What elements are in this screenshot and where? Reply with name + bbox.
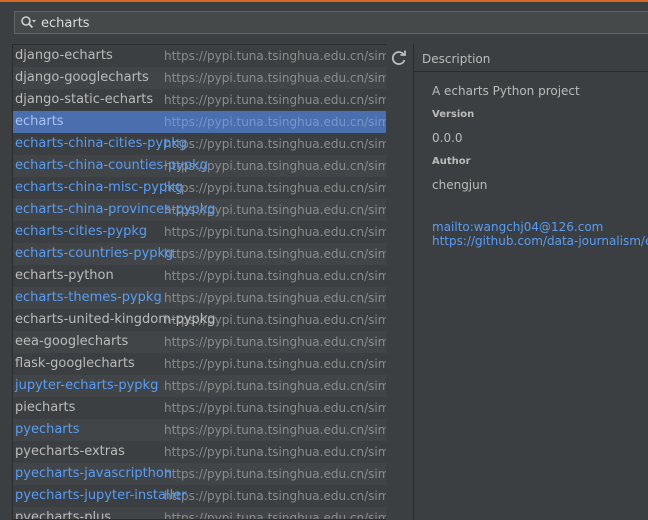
description-title: Description [422, 52, 491, 66]
author-label: Author [432, 156, 471, 167]
description-header: Description [414, 44, 648, 72]
package-name: django-googlecharts [15, 70, 149, 85]
package-row[interactable]: https://pypi.tuna.tsinghua.edu.cn/simple… [13, 375, 386, 397]
package-repository: https://pypi.tuna.tsinghua.edu.cn/simple… [164, 115, 386, 129]
package-row[interactable]: https://pypi.tuna.tsinghua.edu.cn/simple… [13, 199, 386, 221]
package-row[interactable]: https://pypi.tuna.tsinghua.edu.cn/simple… [13, 177, 386, 199]
version-value: 0.0.0 [432, 131, 463, 145]
package-name: pyecharts-javascripthon [15, 466, 173, 481]
author-value: chengjun [432, 178, 488, 192]
package-row[interactable]: https://pypi.tuna.tsinghua.edu.cn/simple… [13, 397, 386, 419]
search-input[interactable] [41, 14, 641, 32]
package-repository: https://pypi.tuna.tsinghua.edu.cn/simple… [164, 511, 386, 520]
package-name: echarts-countries-pypkg [15, 246, 174, 261]
version-label: Version [432, 109, 475, 120]
package-name: echarts-cities-pypkg [15, 224, 148, 239]
package-repository: https://pypi.tuna.tsinghua.edu.cn/simple… [164, 247, 386, 261]
package-name: pyecharts [15, 422, 80, 437]
package-name: echarts-themes-pypkg [15, 290, 162, 305]
homepage-link[interactable]: https://github.com/data-journalism/echar… [432, 234, 648, 248]
package-row[interactable]: https://pypi.tuna.tsinghua.edu.cn/simple… [13, 45, 386, 67]
package-name: pyecharts-jupyter-installer [15, 488, 187, 503]
package-repository: https://pypi.tuna.tsinghua.edu.cn/simple… [164, 71, 386, 85]
package-row[interactable]: https://pypi.tuna.tsinghua.edu.cn/simple… [13, 309, 386, 331]
package-name: django-static-echarts [15, 92, 154, 107]
package-repository: https://pypi.tuna.tsinghua.edu.cn/simple… [164, 467, 386, 481]
refresh-button[interactable] [388, 47, 410, 69]
package-name: jupyter-echarts-pypkg [15, 378, 159, 393]
package-row[interactable]: https://pypi.tuna.tsinghua.edu.cn/simple… [13, 287, 386, 309]
package-repository: https://pypi.tuna.tsinghua.edu.cn/simple… [164, 181, 386, 195]
author-email-link[interactable]: mailto:wangchj04@126.com [432, 220, 603, 234]
package-name: pyecharts-plus [15, 510, 112, 520]
package-name: echarts-china-provinces-pypkg [15, 202, 216, 217]
package-summary: A echarts Python project [432, 84, 580, 98]
package-name: pyecharts-extras [15, 444, 125, 459]
package-row[interactable]: https://pypi.tuna.tsinghua.edu.cn/simple… [13, 419, 386, 441]
package-row[interactable]: https://pypi.tuna.tsinghua.edu.cn/simple… [13, 89, 386, 111]
package-repository: https://pypi.tuna.tsinghua.edu.cn/simple… [164, 291, 386, 305]
package-row[interactable]: https://pypi.tuna.tsinghua.edu.cn/simple… [13, 441, 386, 463]
search-icon[interactable] [20, 15, 36, 31]
description-panel: A echarts Python project Version 0.0.0 A… [414, 72, 648, 520]
package-row[interactable]: https://pypi.tuna.tsinghua.edu.cn/simple… [13, 485, 386, 507]
package-name: echarts-china-cities-pypkg [15, 136, 188, 151]
package-repository: https://pypi.tuna.tsinghua.edu.cn/simple… [164, 225, 386, 239]
package-name: echarts [15, 114, 64, 129]
refresh-icon [388, 50, 410, 72]
package-repository: https://pypi.tuna.tsinghua.edu.cn/simple… [164, 357, 386, 371]
package-row[interactable]: https://pypi.tuna.tsinghua.edu.cn/simple… [13, 133, 386, 155]
package-row[interactable]: https://pypi.tuna.tsinghua.edu.cn/simple… [13, 463, 386, 485]
package-name: piecharts [15, 400, 76, 415]
window-accent-line [0, 0, 648, 2]
package-repository: https://pypi.tuna.tsinghua.edu.cn/simple… [164, 93, 386, 107]
package-repository: https://pypi.tuna.tsinghua.edu.cn/simple… [164, 423, 386, 437]
package-row[interactable]: https://pypi.tuna.tsinghua.edu.cn/simple… [13, 331, 386, 353]
package-row[interactable]: https://pypi.tuna.tsinghua.edu.cn/simple… [13, 353, 386, 375]
package-repository: https://pypi.tuna.tsinghua.edu.cn/simple… [164, 269, 386, 283]
package-name: echarts-python [15, 268, 114, 283]
search-bar[interactable] [14, 11, 648, 34]
package-row[interactable]: https://pypi.tuna.tsinghua.edu.cn/simple… [13, 111, 386, 133]
package-name: django-echarts [15, 48, 113, 63]
package-row[interactable]: https://pypi.tuna.tsinghua.edu.cn/simple… [13, 67, 386, 89]
package-repository: https://pypi.tuna.tsinghua.edu.cn/simple… [164, 379, 386, 393]
package-row[interactable]: https://pypi.tuna.tsinghua.edu.cn/simple… [13, 265, 386, 287]
package-name: flask-googlecharts [15, 356, 135, 371]
package-repository: https://pypi.tuna.tsinghua.edu.cn/simple… [164, 489, 386, 503]
package-row[interactable]: https://pypi.tuna.tsinghua.edu.cn/simple… [13, 221, 386, 243]
package-row[interactable]: https://pypi.tuna.tsinghua.edu.cn/simple… [13, 155, 386, 177]
package-repository: https://pypi.tuna.tsinghua.edu.cn/simple… [164, 137, 386, 151]
package-name: echarts-china-counties-pypkg [15, 158, 208, 173]
package-name: eea-googlecharts [15, 334, 129, 349]
package-repository: https://pypi.tuna.tsinghua.edu.cn/simple… [164, 401, 386, 415]
package-list[interactable]: https://pypi.tuna.tsinghua.edu.cn/simple… [12, 44, 386, 520]
package-name: echarts-united-kingdom-pypkg [15, 312, 216, 327]
package-row[interactable]: https://pypi.tuna.tsinghua.edu.cn/simple… [13, 243, 386, 265]
package-repository: https://pypi.tuna.tsinghua.edu.cn/simple… [164, 445, 386, 459]
package-row[interactable]: https://pypi.tuna.tsinghua.edu.cn/simple… [13, 507, 386, 520]
package-name: echarts-china-misc-pypkg [15, 180, 184, 195]
package-repository: https://pypi.tuna.tsinghua.edu.cn/simple… [164, 49, 386, 63]
package-repository: https://pypi.tuna.tsinghua.edu.cn/simple… [164, 335, 386, 349]
